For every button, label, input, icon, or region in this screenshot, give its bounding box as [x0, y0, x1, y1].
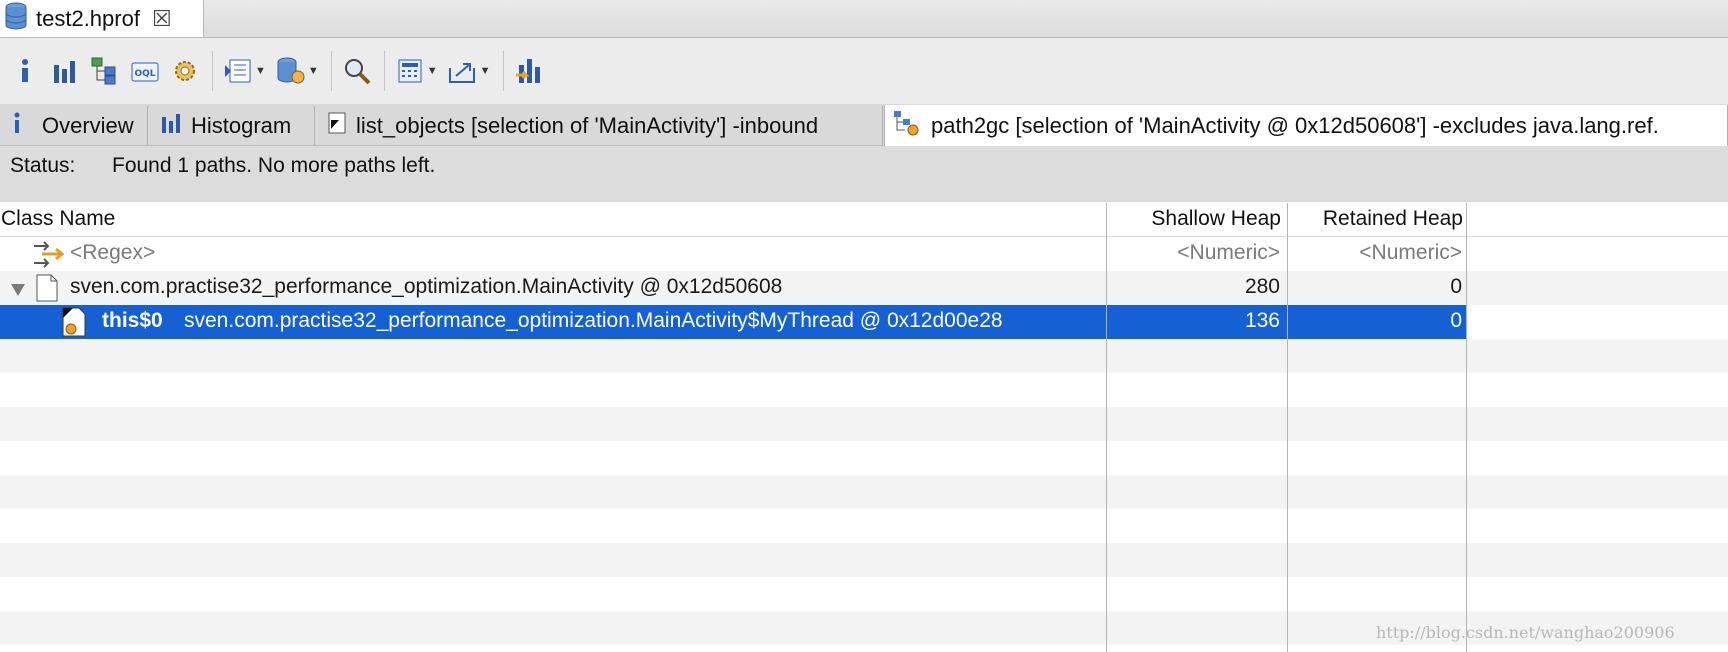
- search-icon[interactable]: [342, 56, 372, 86]
- histogram-icon[interactable]: [50, 56, 80, 86]
- list-objects-icon: [328, 112, 346, 140]
- field-name-cell: this$0: [102, 309, 163, 332]
- column-header-shallow-heap[interactable]: Shallow Heap: [1107, 207, 1281, 231]
- chevron-down-icon[interactable]: ▼: [255, 65, 266, 77]
- oql-icon-text: OQL: [134, 69, 155, 79]
- column-divider[interactable]: [1466, 203, 1467, 652]
- close-icon[interactable]: ☒: [152, 6, 172, 32]
- retained-filter-input[interactable]: <Numeric>: [1290, 241, 1462, 265]
- watermark-text: http://blog.csdn.net/wanghao200906: [1376, 623, 1675, 642]
- info-icon: [12, 112, 22, 140]
- retained-heap-cell: 0: [1450, 309, 1462, 332]
- toolbar-separator: [502, 51, 504, 91]
- result-tabs: Overview Histogram list_objects [selecti…: [0, 104, 1728, 146]
- toolbar-separator: [330, 51, 332, 91]
- calculator-icon[interactable]: [395, 56, 425, 86]
- tab-list-objects[interactable]: list_objects [selection of 'MainActivity…: [316, 106, 883, 145]
- table-row: [0, 339, 1728, 373]
- tab-overview[interactable]: Overview: [0, 106, 148, 145]
- filter-row: <Regex> <Numeric> <Numeric>: [0, 237, 1728, 271]
- tab-overview-label: Overview: [42, 112, 134, 138]
- retained-heap-cell: 0: [1450, 275, 1462, 298]
- table-row: [0, 475, 1728, 509]
- column-header-class-name[interactable]: Class Name: [1, 207, 115, 231]
- shallow-heap-cell: 136: [1244, 309, 1280, 332]
- heap-dump-overview-icon[interactable]: [170, 56, 200, 86]
- heap-dump-icon: [4, 2, 28, 36]
- class-name-cell: sven.com.practise32_performance_optimiza…: [184, 309, 1003, 332]
- column-header-retained-heap[interactable]: Retained Heap: [1289, 207, 1463, 231]
- query-browser-icon[interactable]: [223, 56, 253, 86]
- dominator-tree-icon[interactable]: [90, 56, 120, 86]
- expand-triangle-icon[interactable]: [10, 279, 26, 303]
- toolbar: OQL ▼ ▼ ▼ ▼: [0, 38, 1728, 104]
- histogram-icon: [161, 113, 181, 139]
- regex-filter-icon: [32, 240, 66, 274]
- table-header: Class Name Shallow Heap Retained Heap: [0, 203, 1728, 237]
- tab-path2gc-label: path2gc [selection of 'MainActivity @ 0x…: [931, 112, 1659, 138]
- regex-filter-input[interactable]: <Regex>: [70, 241, 155, 265]
- export-icon[interactable]: [448, 56, 478, 86]
- tab-path2gc[interactable]: path2gc [selection of 'MainActivity @ 0x…: [884, 105, 1728, 146]
- path2gc-icon: [893, 110, 921, 142]
- chevron-down-icon[interactable]: ▼: [427, 65, 438, 77]
- status-label: Status:: [10, 154, 76, 177]
- table-row: [0, 509, 1728, 543]
- tab-histogram[interactable]: Histogram: [149, 106, 315, 145]
- tab-list-objects-label: list_objects [selection of 'MainActivity…: [356, 112, 819, 138]
- results-table: Class Name Shallow Heap Retained Heap <R…: [0, 203, 1728, 652]
- chevron-down-icon[interactable]: ▼: [308, 65, 319, 77]
- editor-tab-label: test2.hprof: [36, 5, 140, 31]
- status-bar: Status: Found 1 paths. No more paths lef…: [0, 146, 1728, 202]
- compare-icon[interactable]: [514, 56, 544, 86]
- shallow-heap-cell: 280: [1244, 275, 1280, 298]
- table-row: [0, 577, 1728, 611]
- table-row-selected[interactable]: this$0 sven.com.practise32_performance_o…: [0, 305, 1467, 339]
- oql-icon[interactable]: OQL: [130, 56, 160, 86]
- table-row: [0, 441, 1728, 475]
- toolbar-separator: [383, 51, 385, 91]
- table-row: [0, 407, 1728, 441]
- object-file-icon: [36, 274, 58, 308]
- column-divider[interactable]: [1287, 203, 1288, 652]
- table-row[interactable]: sven.com.practise32_performance_optimiza…: [0, 271, 1728, 305]
- reports-icon[interactable]: [276, 56, 306, 86]
- column-divider[interactable]: [1106, 203, 1107, 652]
- editor-tab-bar: test2.hprof ☒: [0, 0, 1728, 38]
- thread-object-icon: [62, 307, 88, 343]
- info-icon[interactable]: [10, 56, 40, 86]
- chevron-down-icon[interactable]: ▼: [480, 65, 491, 77]
- tab-histogram-label: Histogram: [191, 112, 292, 138]
- class-name-cell: sven.com.practise32_performance_optimiza…: [70, 275, 783, 298]
- editor-tab-test2-hprof[interactable]: test2.hprof ☒: [0, 0, 204, 37]
- table-row: [0, 373, 1728, 407]
- shallow-filter-input[interactable]: <Numeric>: [1108, 241, 1280, 265]
- status-text: Found 1 paths. No more paths left.: [112, 154, 436, 177]
- table-row: [0, 543, 1728, 577]
- toolbar-separator: [212, 51, 213, 91]
